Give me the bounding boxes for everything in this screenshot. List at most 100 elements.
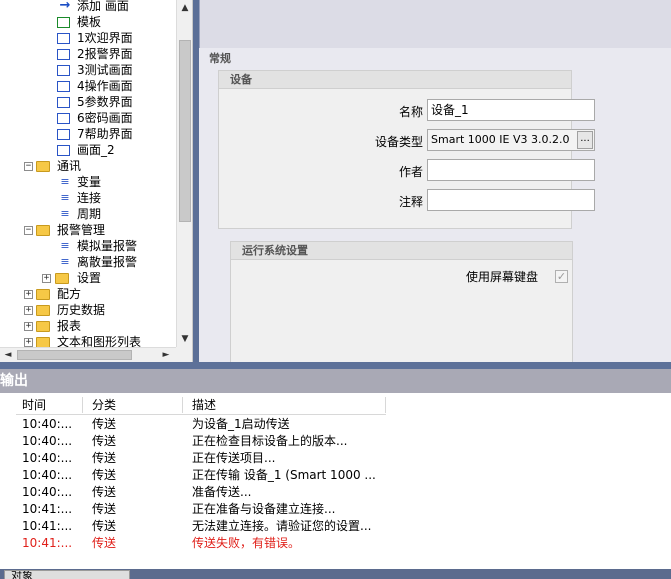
runtime-settings-title: 运行系统设置 [231,242,572,260]
scroll-right-arrow-icon[interactable]: ► [158,348,174,362]
log-row[interactable]: 10:41:... 传送 无法建立连接。请验证您的设置... [16,518,416,535]
tree-item[interactable]: − 报警管理 [0,222,176,238]
log-row[interactable]: 10:41:... 传送 正在准备与设备建立连接... [16,501,416,518]
column-separator[interactable] [82,397,83,413]
column-header-description[interactable]: 描述 [186,395,216,415]
project-tree-rows: → 添加 画面 模板 1欢迎界面 2报警界面 3测试画面 4操作画面 5参数界面 6密码画面 7帮… [0,0,176,347]
tree-item-label: 4操作画面 [77,79,133,93]
tree-item[interactable]: ≡ 周期 [0,206,176,222]
expand-icon[interactable]: + [24,338,33,347]
name-field[interactable]: 设备_1 [427,99,595,121]
log-row[interactable]: 10:40:... 传送 正在传输 设备_1 (Smart 1000 ... [16,467,416,484]
tree-item-label: 连接 [77,191,102,205]
screen-icon [57,97,70,108]
log-row[interactable]: 10:40:... 传送 正在检查目标设备上的版本... [16,433,416,450]
column-separator[interactable] [385,397,386,413]
log-category: 传送 [92,519,117,533]
panel-splitter[interactable] [0,362,671,369]
log-description: 正在传送项目... [192,451,276,465]
tree-item[interactable]: 3测试画面 [0,62,176,78]
tree-item[interactable]: + 设置 [0,270,176,286]
tree-horizontal-scrollbar[interactable]: ◄ ► [0,347,176,362]
alarm-folder-icon [36,225,50,236]
log-row-error[interactable]: 10:41:... 传送 传送失败，有错误。 [16,535,416,552]
expand-icon[interactable]: + [24,322,33,331]
history-folder-icon [36,305,50,316]
log-time: 10:40:... [22,451,73,465]
log-description: 无法建立连接。请验证您的设置... [192,519,372,533]
screen-icon [57,49,70,60]
tree-item-label: 周期 [77,207,102,221]
tree-item[interactable]: 1欢迎界面 [0,30,176,46]
expand-icon[interactable]: + [42,274,51,283]
tree-item[interactable]: + 配方 [0,286,176,302]
tree-item[interactable]: − 通讯 [0,158,176,174]
objects-tab[interactable]: 对象 [4,570,130,579]
log-time: 10:41:... [22,502,73,516]
collapse-icon[interactable]: − [24,162,33,171]
connection-icon: ≡ [60,191,70,204]
device-type-field[interactable]: Smart 1000 IE V3 3.0.2.0 [427,129,595,151]
author-field[interactable] [427,159,595,181]
tree-item[interactable]: 2报警界面 [0,46,176,62]
tree-item[interactable]: + 报表 [0,318,176,334]
tree-item-label: 1欢迎界面 [77,31,133,45]
tree-item-label: 设置 [77,271,102,285]
tree-item[interactable]: 7帮助界面 [0,126,176,142]
tree-item[interactable]: ≡ 变量 [0,174,176,190]
tree-vertical-scroll-thumb[interactable] [179,40,191,222]
tree-item[interactable]: ≡ 模拟量报警 [0,238,176,254]
tree-item[interactable]: + 文本和图形列表 [0,334,176,347]
scroll-up-arrow-icon[interactable]: ▲ [177,0,192,16]
tree-item[interactable]: 模板 [0,14,176,30]
tree-item-label: 7帮助界面 [77,127,133,141]
log-time: 10:41:... [22,536,73,550]
tree-item[interactable]: 5参数界面 [0,94,176,110]
tree-item-label: 模拟量报警 [77,239,138,253]
tree-item-label: 配方 [57,287,82,301]
log-description: 正在检查目标设备上的版本... [192,434,348,448]
tree-item[interactable]: 6密码画面 [0,110,176,126]
column-header-time[interactable]: 时间 [16,395,46,415]
tree-item-label: 历史数据 [57,303,106,317]
expand-icon[interactable]: + [24,290,33,299]
log-category: 传送 [92,417,117,431]
tree-item-label: 添加 画面 [77,0,129,13]
tags-icon: ≡ [60,175,70,188]
tree-item[interactable]: 4操作画面 [0,78,176,94]
comment-field[interactable] [427,189,595,211]
tree-item[interactable]: ≡ 离散量报警 [0,254,176,270]
device-type-label: 设备类型 [374,135,423,149]
collapse-icon[interactable]: − [24,226,33,235]
screen-keyboard-checkbox[interactable]: ✓ [555,270,568,283]
device-type-browse-button[interactable]: ... [577,131,593,149]
tree-vertical-scrollbar[interactable]: ▲ ▼ [176,0,192,347]
tree-item-label: 模板 [77,15,102,29]
discrete-alarm-icon: ≡ [60,255,70,268]
tree-item[interactable]: → 添加 画面 [0,0,176,14]
project-tree: → 添加 画面 模板 1欢迎界面 2报警界面 3测试画面 4操作画面 5参数界面 6密码画面 7帮… [0,0,193,362]
column-header-category[interactable]: 分类 [86,395,116,415]
log-description: 为设备_1启动传送 [192,417,290,431]
properties-area: 常规 设备 名称 设备_1 设备类型 Smart 1000 IE V3 3.0.… [193,0,671,371]
tree-item[interactable]: + 历史数据 [0,302,176,318]
general-section-title: 常规 [209,52,231,65]
scroll-left-arrow-icon[interactable]: ◄ [0,348,16,362]
report-folder-icon [36,321,50,332]
log-row[interactable]: 10:40:... 传送 准备传送... [16,484,416,501]
log-row[interactable]: 10:40:... 传送 为设备_1启动传送 [16,416,416,433]
tree-item[interactable]: ≡ 连接 [0,190,176,206]
log-row[interactable]: 10:40:... 传送 正在传送项目... [16,450,416,467]
log-category: 传送 [92,536,117,550]
expand-icon[interactable]: + [24,306,33,315]
column-separator[interactable] [182,397,183,413]
check-mark-icon: ✓ [556,270,567,283]
screen-icon [57,145,70,156]
device-group-title: 设备 [219,71,571,89]
scroll-down-arrow-icon[interactable]: ▼ [177,331,192,347]
scrollbar-corner [176,347,192,362]
tree-horizontal-scroll-thumb[interactable] [17,350,132,360]
tree-item-label: 6密码画面 [77,111,133,125]
tree-item[interactable]: 画面_2 [0,142,176,158]
tree-item-label: 3测试画面 [77,63,133,77]
